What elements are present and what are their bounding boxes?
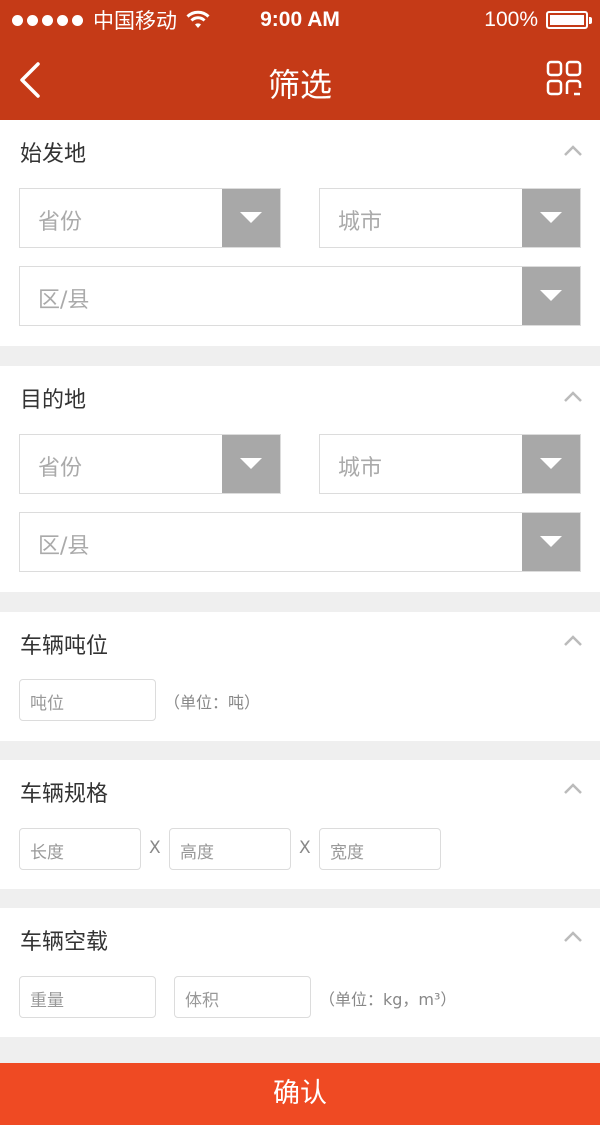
spec-section: 车辆规格 长度 X 高度 X 宽度 bbox=[0, 760, 600, 889]
status-bar: 中国移动 9:00 AM 100% bbox=[0, 0, 600, 40]
input-placeholder: 体积 bbox=[185, 991, 219, 1011]
width-input[interactable]: 宽度 bbox=[319, 828, 441, 870]
tonnage-input[interactable]: 吨位 bbox=[19, 679, 156, 721]
spec-title: 车辆规格 bbox=[20, 782, 109, 807]
chevron-up-icon[interactable] bbox=[562, 390, 584, 404]
dropdown-arrow-icon[interactable] bbox=[522, 189, 580, 247]
chevron-up-icon[interactable] bbox=[562, 634, 584, 648]
input-placeholder: 重量 bbox=[30, 991, 64, 1011]
volume-input[interactable]: 体积 bbox=[174, 976, 311, 1018]
length-input[interactable]: 长度 bbox=[19, 828, 141, 870]
destination-province-select[interactable]: 省份 bbox=[19, 434, 281, 494]
dropdown-arrow-icon[interactable] bbox=[522, 267, 580, 325]
input-placeholder: 长度 bbox=[30, 843, 64, 863]
input-placeholder: 宽度 bbox=[330, 843, 364, 863]
status-right: 100% bbox=[484, 8, 592, 32]
select-placeholder: 省份 bbox=[38, 210, 83, 235]
multiply-separator: X bbox=[149, 838, 161, 858]
origin-section: 始发地 省份 城市 区/县 bbox=[0, 120, 600, 346]
select-placeholder: 省份 bbox=[38, 456, 83, 481]
scan-grid-button[interactable] bbox=[546, 60, 582, 96]
destination-city-select[interactable]: 城市 bbox=[319, 434, 581, 494]
tonnage-section: 车辆吨位 吨位 （单位：吨） bbox=[0, 612, 600, 741]
weight-input[interactable]: 重量 bbox=[19, 976, 156, 1018]
select-placeholder: 区/县 bbox=[38, 288, 90, 313]
tonnage-title: 车辆吨位 bbox=[20, 634, 109, 659]
multiply-separator: X bbox=[299, 838, 311, 858]
battery-icon bbox=[546, 11, 592, 29]
destination-district-select[interactable]: 区/县 bbox=[19, 512, 581, 572]
origin-city-select[interactable]: 城市 bbox=[319, 188, 581, 248]
select-placeholder: 城市 bbox=[338, 456, 383, 481]
destination-title: 目的地 bbox=[20, 388, 87, 413]
page-title: 筛选 bbox=[267, 66, 332, 104]
origin-province-select[interactable]: 省份 bbox=[19, 188, 281, 248]
battery-percent: 100% bbox=[484, 8, 538, 31]
input-placeholder: 高度 bbox=[180, 843, 214, 863]
chevron-up-icon[interactable] bbox=[562, 144, 584, 158]
dropdown-arrow-icon[interactable] bbox=[522, 435, 580, 493]
dropdown-arrow-icon[interactable] bbox=[222, 189, 280, 247]
chevron-up-icon[interactable] bbox=[562, 782, 584, 796]
origin-title: 始发地 bbox=[20, 142, 87, 167]
tonnage-unit-note: （单位：吨） bbox=[164, 693, 261, 712]
load-title: 车辆空载 bbox=[20, 930, 109, 955]
select-placeholder: 城市 bbox=[338, 210, 383, 235]
nav-bar: 筛选 bbox=[0, 40, 600, 120]
load-unit-note: （单位：kg，m³） bbox=[319, 990, 457, 1009]
select-placeholder: 区/县 bbox=[38, 534, 90, 559]
chevron-up-icon[interactable] bbox=[562, 930, 584, 944]
destination-section: 目的地 省份 城市 区/县 bbox=[0, 366, 600, 592]
input-placeholder: 吨位 bbox=[30, 694, 64, 714]
origin-district-select[interactable]: 区/县 bbox=[19, 266, 581, 326]
confirm-button[interactable]: 确认 bbox=[0, 1063, 600, 1125]
load-section: 车辆空载 重量 体积 （单位：kg，m³） bbox=[0, 908, 600, 1037]
dropdown-arrow-icon[interactable] bbox=[222, 435, 280, 493]
dropdown-arrow-icon[interactable] bbox=[522, 513, 580, 571]
height-input[interactable]: 高度 bbox=[169, 828, 291, 870]
